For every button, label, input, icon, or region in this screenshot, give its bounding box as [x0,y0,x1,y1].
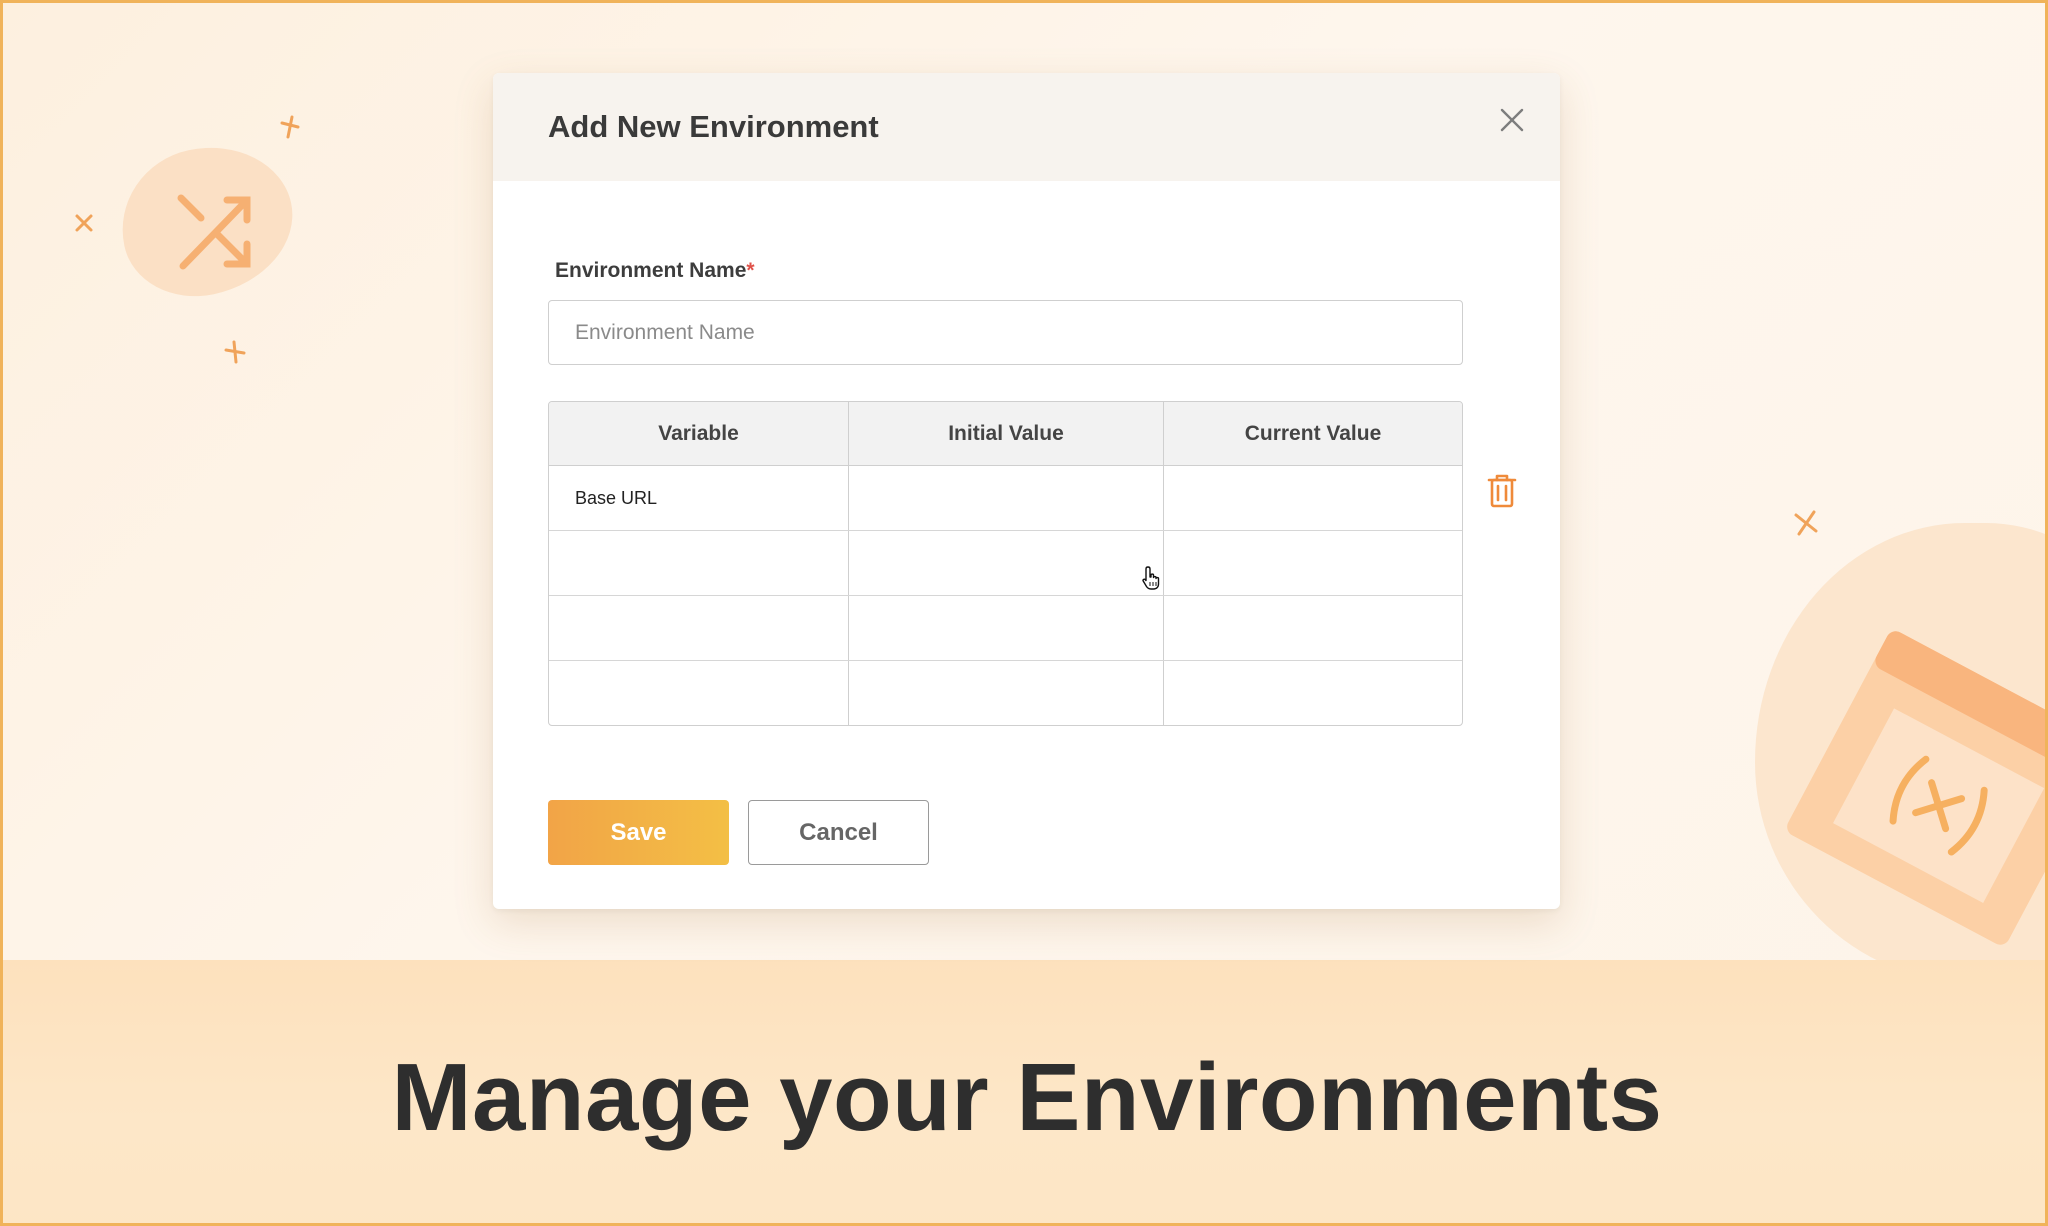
table-row [549,531,1462,596]
header-current-value: Current Value [1244,421,1382,445]
save-button[interactable]: Save [548,800,729,865]
table-row [549,596,1462,661]
add-environment-modal: Add New Environment Environment Name* Va… [493,73,1560,909]
initial-value-cell[interactable] [849,466,1164,530]
initial-value-cell[interactable] [849,531,1164,595]
sparkle-icon [75,214,93,232]
environment-name-label-text: Environment Name [555,259,747,282]
trash-icon[interactable] [1487,473,1517,509]
variable-cell[interactable] [549,661,849,725]
variable-cell[interactable] [549,596,849,660]
table-header: Variable Initial Value Current Value [549,402,1462,466]
variables-table: Variable Initial Value Current Value Bas… [548,401,1463,726]
current-value-cell[interactable] [1164,531,1462,595]
sparkle-icon [1794,510,1818,536]
close-icon[interactable] [1497,105,1527,135]
header-initial-value: Initial Value [849,402,1164,465]
variable-cell[interactable] [549,531,849,595]
table-row: Base URL [549,466,1462,531]
hand-pointer-icon [1142,566,1160,590]
sparkle-icon [280,115,300,139]
environment-name-label: Environment Name* [555,259,755,283]
banner-tagline: Manage your Environments [391,1044,1663,1151]
shuffle-icon [177,194,251,270]
table-row [549,661,1462,725]
current-value-cell[interactable] [1164,661,1462,725]
initial-value-cell[interactable] [849,596,1164,660]
initial-value-cell[interactable] [849,661,1164,725]
header-variable: Variable [549,402,849,465]
modal-title: Add New Environment [548,109,879,144]
sparkle-icon [224,340,246,364]
background-frame: Manage your Environments Add New Environ… [0,0,2048,1226]
current-value-cell[interactable] [1164,596,1462,660]
required-marker: * [746,259,755,282]
environment-name-input[interactable] [548,300,1463,365]
cancel-button[interactable]: Cancel [748,800,929,865]
variable-cell[interactable]: Base URL [549,466,849,530]
current-value-cell[interactable] [1164,466,1462,530]
